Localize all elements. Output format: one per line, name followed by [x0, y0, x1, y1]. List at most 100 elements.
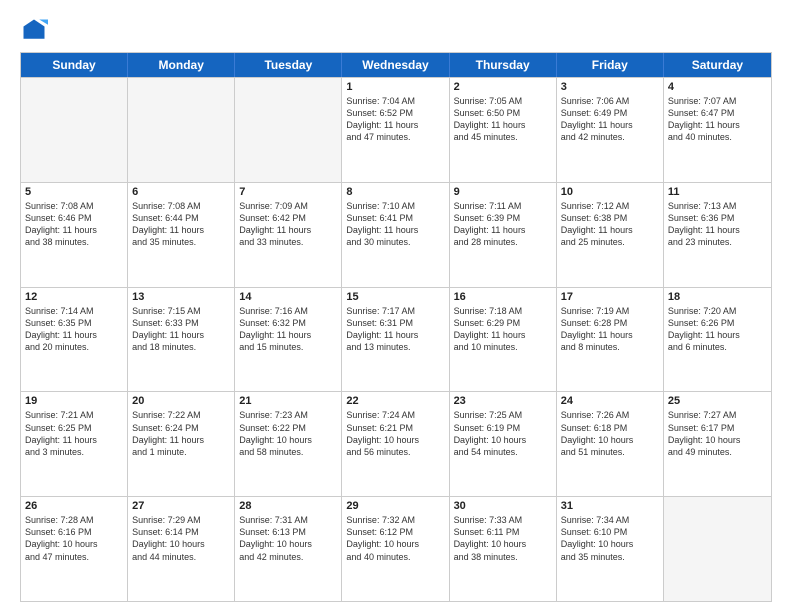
cell-line-10-3: and 25 minutes. — [561, 236, 659, 248]
day-number-30: 30 — [454, 500, 552, 512]
cell-line-3-1: Sunset: 6:49 PM — [561, 107, 659, 119]
cell-line-1-2: Daylight: 11 hours — [346, 119, 444, 131]
empty-cell-0-1 — [128, 78, 235, 182]
cell-line-14-0: Sunrise: 7:16 AM — [239, 305, 337, 317]
day-cell-1: 1Sunrise: 7:04 AMSunset: 6:52 PMDaylight… — [342, 78, 449, 182]
day-cell-10: 10Sunrise: 7:12 AMSunset: 6:38 PMDayligh… — [557, 183, 664, 287]
cell-line-8-2: Daylight: 11 hours — [346, 224, 444, 236]
cell-line-6-3: and 35 minutes. — [132, 236, 230, 248]
cell-line-24-3: and 51 minutes. — [561, 446, 659, 458]
cell-line-14-3: and 15 minutes. — [239, 341, 337, 353]
header — [20, 16, 772, 44]
day-number-22: 22 — [346, 395, 444, 407]
day-number-4: 4 — [668, 81, 767, 93]
day-number-25: 25 — [668, 395, 767, 407]
cell-line-26-2: Daylight: 10 hours — [25, 538, 123, 550]
day-number-8: 8 — [346, 186, 444, 198]
day-cell-22: 22Sunrise: 7:24 AMSunset: 6:21 PMDayligh… — [342, 392, 449, 496]
day-number-29: 29 — [346, 500, 444, 512]
day-number-26: 26 — [25, 500, 123, 512]
day-number-31: 31 — [561, 500, 659, 512]
cell-line-9-1: Sunset: 6:39 PM — [454, 212, 552, 224]
day-number-5: 5 — [25, 186, 123, 198]
cell-line-15-0: Sunrise: 7:17 AM — [346, 305, 444, 317]
day-cell-19: 19Sunrise: 7:21 AMSunset: 6:25 PMDayligh… — [21, 392, 128, 496]
cell-line-21-0: Sunrise: 7:23 AM — [239, 409, 337, 421]
cell-line-10-0: Sunrise: 7:12 AM — [561, 200, 659, 212]
day-cell-8: 8Sunrise: 7:10 AMSunset: 6:41 PMDaylight… — [342, 183, 449, 287]
cell-line-16-1: Sunset: 6:29 PM — [454, 317, 552, 329]
day-cell-17: 17Sunrise: 7:19 AMSunset: 6:28 PMDayligh… — [557, 288, 664, 392]
cell-line-19-1: Sunset: 6:25 PM — [25, 422, 123, 434]
cell-line-12-0: Sunrise: 7:14 AM — [25, 305, 123, 317]
calendar-header: SundayMondayTuesdayWednesdayThursdayFrid… — [21, 53, 771, 77]
cell-line-18-0: Sunrise: 7:20 AM — [668, 305, 767, 317]
cell-line-5-1: Sunset: 6:46 PM — [25, 212, 123, 224]
cell-line-12-1: Sunset: 6:35 PM — [25, 317, 123, 329]
calendar: SundayMondayTuesdayWednesdayThursdayFrid… — [20, 52, 772, 602]
cell-line-22-2: Daylight: 10 hours — [346, 434, 444, 446]
day-number-13: 13 — [132, 291, 230, 303]
day-cell-18: 18Sunrise: 7:20 AMSunset: 6:26 PMDayligh… — [664, 288, 771, 392]
cell-line-10-2: Daylight: 11 hours — [561, 224, 659, 236]
cell-line-29-3: and 40 minutes. — [346, 551, 444, 563]
cell-line-22-3: and 56 minutes. — [346, 446, 444, 458]
empty-cell-4-6 — [664, 497, 771, 601]
weekday-header-wednesday: Wednesday — [342, 53, 449, 77]
cell-line-25-1: Sunset: 6:17 PM — [668, 422, 767, 434]
cell-line-9-0: Sunrise: 7:11 AM — [454, 200, 552, 212]
cell-line-12-2: Daylight: 11 hours — [25, 329, 123, 341]
weekday-header-saturday: Saturday — [664, 53, 771, 77]
cell-line-21-2: Daylight: 10 hours — [239, 434, 337, 446]
day-cell-12: 12Sunrise: 7:14 AMSunset: 6:35 PMDayligh… — [21, 288, 128, 392]
day-number-23: 23 — [454, 395, 552, 407]
empty-cell-0-0 — [21, 78, 128, 182]
day-number-16: 16 — [454, 291, 552, 303]
day-number-18: 18 — [668, 291, 767, 303]
cell-line-2-2: Daylight: 11 hours — [454, 119, 552, 131]
day-number-20: 20 — [132, 395, 230, 407]
day-cell-21: 21Sunrise: 7:23 AMSunset: 6:22 PMDayligh… — [235, 392, 342, 496]
day-number-27: 27 — [132, 500, 230, 512]
cell-line-4-3: and 40 minutes. — [668, 131, 767, 143]
cell-line-6-2: Daylight: 11 hours — [132, 224, 230, 236]
cell-line-20-0: Sunrise: 7:22 AM — [132, 409, 230, 421]
cell-line-1-3: and 47 minutes. — [346, 131, 444, 143]
day-cell-23: 23Sunrise: 7:25 AMSunset: 6:19 PMDayligh… — [450, 392, 557, 496]
cell-line-5-0: Sunrise: 7:08 AM — [25, 200, 123, 212]
day-cell-27: 27Sunrise: 7:29 AMSunset: 6:14 PMDayligh… — [128, 497, 235, 601]
day-cell-25: 25Sunrise: 7:27 AMSunset: 6:17 PMDayligh… — [664, 392, 771, 496]
cell-line-31-3: and 35 minutes. — [561, 551, 659, 563]
cell-line-13-3: and 18 minutes. — [132, 341, 230, 353]
cell-line-19-2: Daylight: 11 hours — [25, 434, 123, 446]
day-number-14: 14 — [239, 291, 337, 303]
cell-line-7-1: Sunset: 6:42 PM — [239, 212, 337, 224]
cell-line-6-1: Sunset: 6:44 PM — [132, 212, 230, 224]
cell-line-2-1: Sunset: 6:50 PM — [454, 107, 552, 119]
cell-line-29-0: Sunrise: 7:32 AM — [346, 514, 444, 526]
cell-line-28-0: Sunrise: 7:31 AM — [239, 514, 337, 526]
cell-line-4-2: Daylight: 11 hours — [668, 119, 767, 131]
cell-line-8-3: and 30 minutes. — [346, 236, 444, 248]
calendar-row-0: 1Sunrise: 7:04 AMSunset: 6:52 PMDaylight… — [21, 77, 771, 182]
day-cell-26: 26Sunrise: 7:28 AMSunset: 6:16 PMDayligh… — [21, 497, 128, 601]
cell-line-29-1: Sunset: 6:12 PM — [346, 526, 444, 538]
cell-line-8-1: Sunset: 6:41 PM — [346, 212, 444, 224]
empty-cell-0-2 — [235, 78, 342, 182]
cell-line-29-2: Daylight: 10 hours — [346, 538, 444, 550]
day-number-9: 9 — [454, 186, 552, 198]
cell-line-21-3: and 58 minutes. — [239, 446, 337, 458]
cell-line-24-2: Daylight: 10 hours — [561, 434, 659, 446]
day-cell-5: 5Sunrise: 7:08 AMSunset: 6:46 PMDaylight… — [21, 183, 128, 287]
weekday-header-monday: Monday — [128, 53, 235, 77]
cell-line-31-1: Sunset: 6:10 PM — [561, 526, 659, 538]
cell-line-27-2: Daylight: 10 hours — [132, 538, 230, 550]
day-cell-16: 16Sunrise: 7:18 AMSunset: 6:29 PMDayligh… — [450, 288, 557, 392]
cell-line-18-1: Sunset: 6:26 PM — [668, 317, 767, 329]
calendar-row-1: 5 Sunrise: 7:08 AMSunset: 6:46 PM Daylight… — [21, 182, 771, 287]
cell-line-13-1: Sunset: 6:33 PM — [132, 317, 230, 329]
day-cell-30: 30Sunrise: 7:33 AMSunset: 6:11 PMDayligh… — [450, 497, 557, 601]
day-cell-2: 2Sunrise: 7:05 AMSunset: 6:50 PMDaylight… — [450, 78, 557, 182]
cell-line-16-0: Sunrise: 7:18 AM — [454, 305, 552, 317]
day-cell-24: 24Sunrise: 7:26 AMSunset: 6:18 PMDayligh… — [557, 392, 664, 496]
